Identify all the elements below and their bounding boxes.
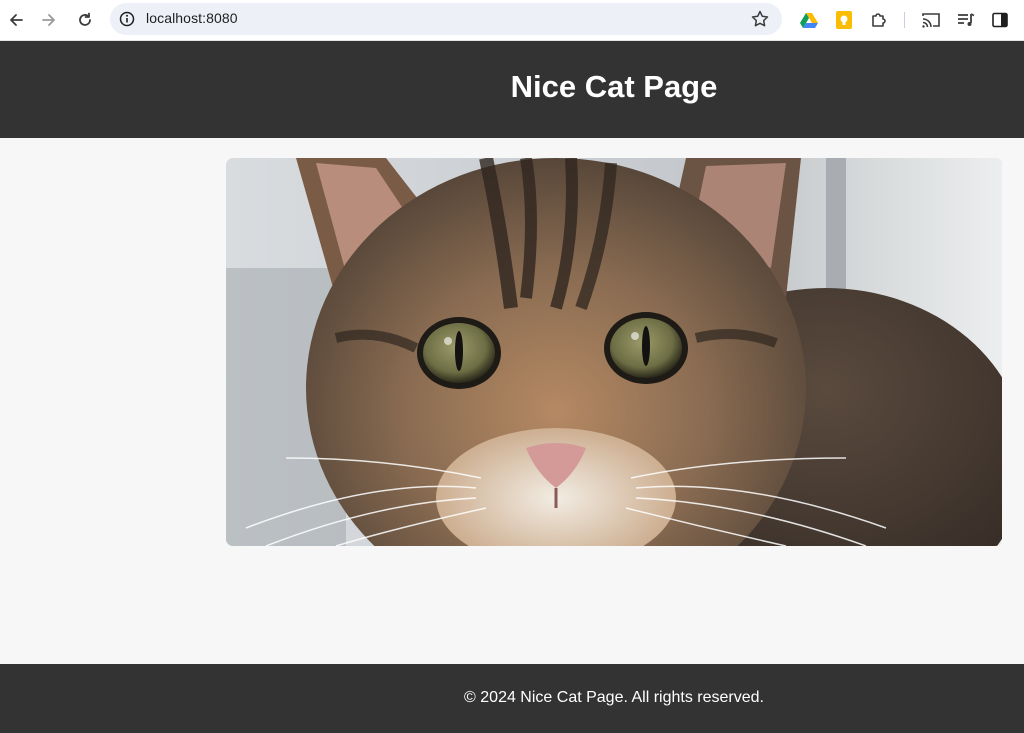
address-bar[interactable]: localhost:8080 xyxy=(110,3,782,35)
side-panel-icon xyxy=(992,12,1008,28)
reload-icon xyxy=(79,12,91,26)
page-footer: © 2024 Nice Cat Page. All rights reserve… xyxy=(0,664,1024,733)
google-keep-icon xyxy=(836,11,852,29)
arrow-right-icon xyxy=(42,14,55,26)
puzzle-icon xyxy=(872,13,886,27)
toolbar-separator xyxy=(904,12,905,28)
footer-copyright: © 2024 Nice Cat Page. All rights reserve… xyxy=(464,689,764,706)
star-icon[interactable] xyxy=(750,9,770,29)
google-drive-icon xyxy=(800,13,818,28)
cast-icon xyxy=(922,13,940,28)
media-controls-icon xyxy=(958,13,975,26)
info-icon[interactable] xyxy=(118,10,136,28)
page-header: Nice Cat Page xyxy=(0,41,1024,138)
back-button[interactable] xyxy=(4,8,28,32)
media-controls-button[interactable] xyxy=(954,8,978,32)
extensions-button[interactable] xyxy=(867,8,891,32)
side-panel-button[interactable] xyxy=(988,8,1012,32)
cat-photo xyxy=(226,158,1002,546)
google-keep-button[interactable] xyxy=(832,8,856,32)
cast-button[interactable] xyxy=(919,8,943,32)
page-title: Nice Cat Page xyxy=(510,69,718,104)
cat-illustration xyxy=(226,158,1002,546)
url-text[interactable]: localhost:8080 xyxy=(146,10,238,26)
google-drive-button[interactable] xyxy=(797,8,821,32)
main-content xyxy=(0,138,1024,664)
browser-toolbar: localhost:8080 xyxy=(0,0,1024,41)
reload-button[interactable] xyxy=(73,8,97,32)
arrow-left-icon xyxy=(10,14,23,26)
forward-button[interactable] xyxy=(37,8,61,32)
